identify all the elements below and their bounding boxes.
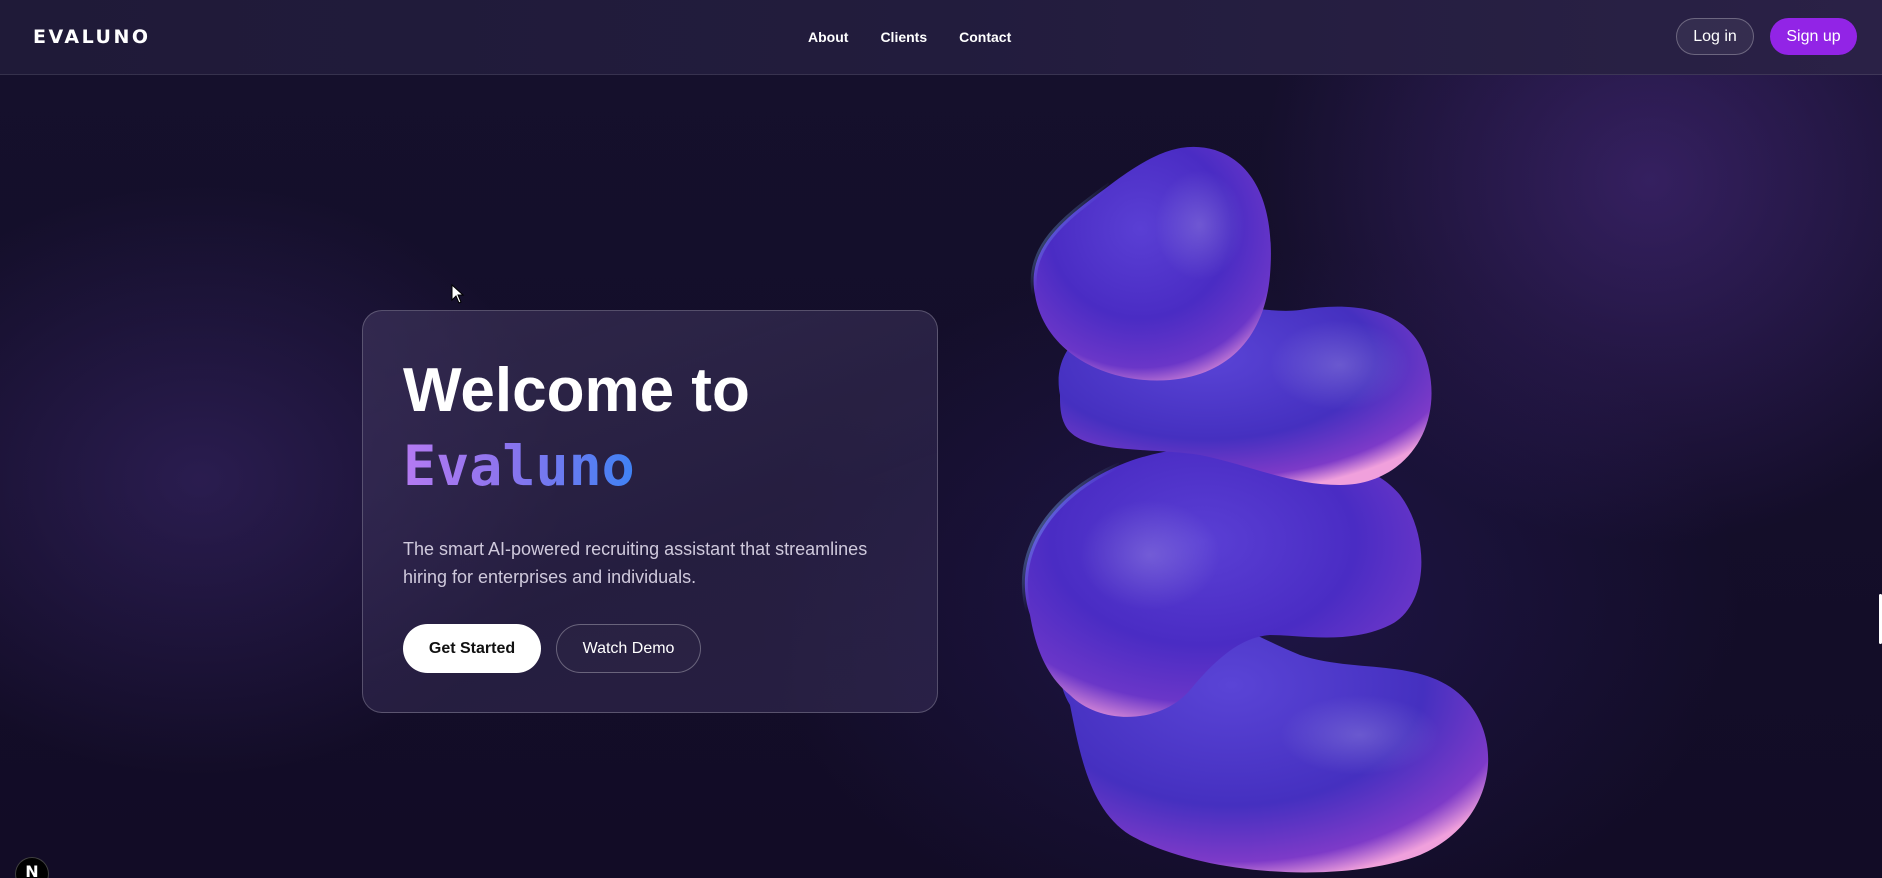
hero-subtitle: The smart AI-powered recruiting assistan… xyxy=(403,539,868,587)
login-button[interactable]: Log in xyxy=(1676,18,1754,55)
watch-demo-button[interactable]: Watch Demo xyxy=(556,624,701,673)
nav-link-about[interactable]: About xyxy=(808,27,848,47)
nav-link-contact[interactable]: Contact xyxy=(959,27,1011,47)
blob-lobe-top xyxy=(1033,146,1271,381)
get-started-button[interactable]: Get Started xyxy=(403,624,541,673)
blob-highlight xyxy=(1280,695,1440,775)
hero-blob-illustration xyxy=(1021,146,1489,873)
hero-brand-name: Evaluno xyxy=(403,431,635,501)
main-nav: About Clients Contact xyxy=(808,27,1011,47)
top-navbar: EVALUNO About Clients Contact Log in Sig… xyxy=(0,0,1882,75)
hero-title: Welcome to xyxy=(403,356,750,425)
blob-highlight xyxy=(1080,500,1220,610)
blob-highlight xyxy=(1155,170,1245,280)
page-background xyxy=(0,0,1882,878)
signup-button[interactable]: Sign up xyxy=(1770,18,1857,55)
mouse-cursor-icon xyxy=(451,284,465,304)
brand-logo[interactable]: EVALUNO xyxy=(33,25,151,49)
blob-highlight xyxy=(1270,320,1410,410)
hero-card: Welcome to Evaluno The smart AI-powered … xyxy=(362,310,938,713)
nav-link-clients[interactable]: Clients xyxy=(880,27,927,47)
